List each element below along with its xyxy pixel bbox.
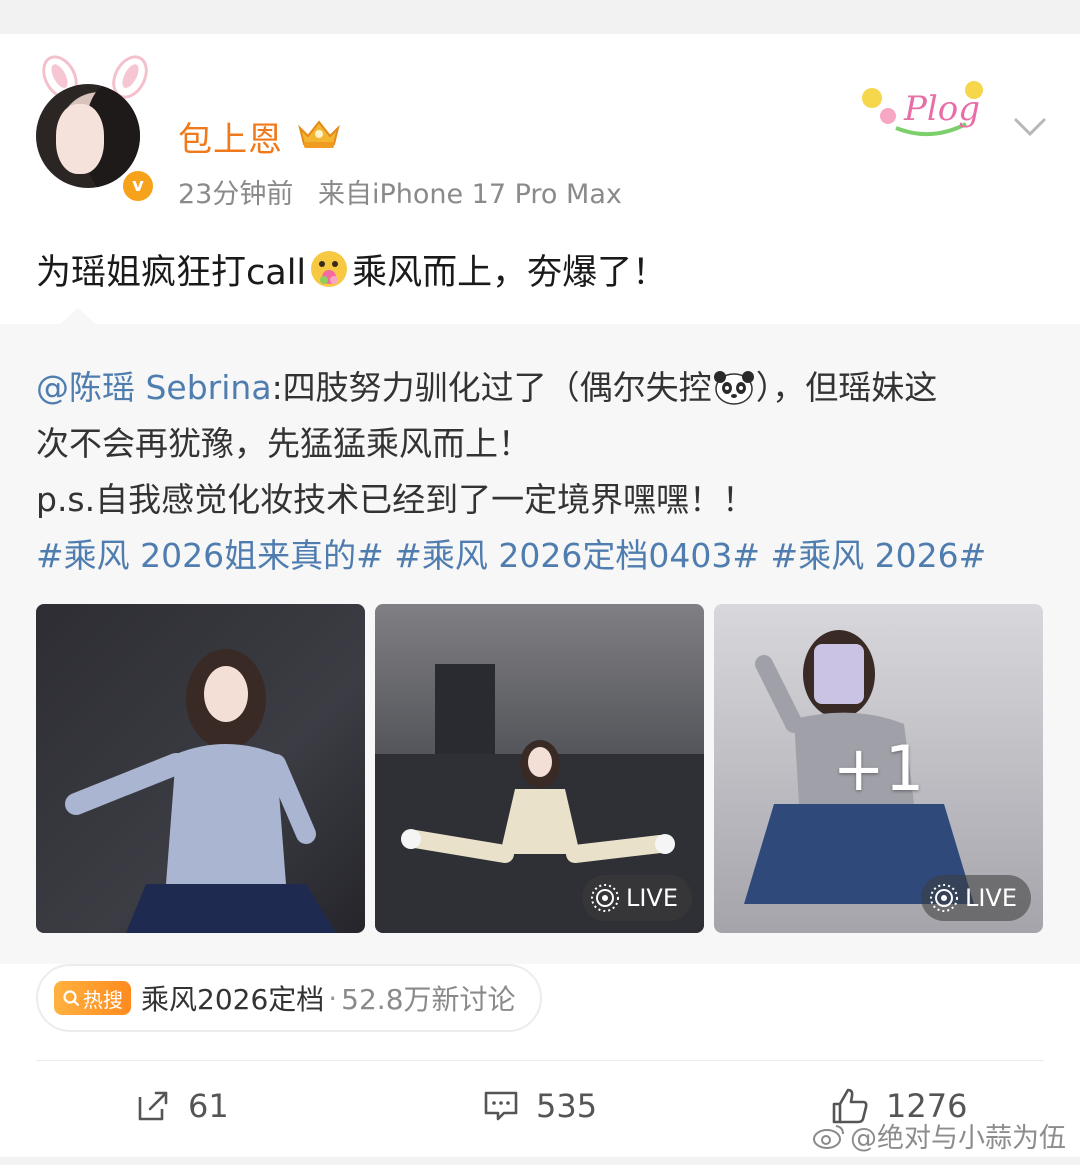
dancer-figure-icon — [65, 649, 336, 933]
repost-count: 61 — [188, 1087, 229, 1125]
photo-thumbnail[interactable]: +1 LIVE — [714, 604, 1043, 933]
live-photo-icon — [590, 884, 619, 912]
live-photo-icon — [929, 884, 958, 912]
search-icon — [63, 990, 80, 1007]
post-meta: 23分钟前 来自iPhone 17 Pro Max — [178, 172, 622, 211]
hashtag-link[interactable]: #乘风 2026定档0403# — [394, 536, 760, 575]
svg-text:Plog: Plog — [903, 89, 980, 129]
repost-line-3: p.s.自我感觉化妆技术已经到了一定境界嘿嘿！！ — [36, 480, 756, 519]
plog-sticker-icon: Plog — [862, 81, 983, 137]
verified-badge-icon: v — [120, 168, 156, 204]
author-name[interactable]: 包上恩 — [178, 112, 283, 161]
author-avatar[interactable]: v — [28, 49, 158, 214]
repost-line-1: :四肢努力驯化过了（偶尔失控 — [271, 368, 712, 407]
comment-icon — [484, 1091, 518, 1121]
hot-search-count: 52.8万新讨论 — [341, 983, 516, 1016]
comment-button[interactable]: 535 — [482, 1084, 597, 1128]
hashtag-link[interactable]: #乘风 2026姐来真的# — [36, 536, 384, 575]
post-time: 23分钟前 — [178, 179, 294, 210]
divider — [36, 1060, 1044, 1061]
watermark-text: @绝对与小蒜为伍 — [850, 1123, 1066, 1154]
live-label: LIVE — [625, 884, 678, 912]
live-label: LIVE — [964, 884, 1017, 912]
share-icon — [138, 1091, 168, 1121]
hot-search-separator: · — [328, 981, 338, 1015]
live-photo-badge[interactable]: LIVE — [581, 875, 692, 921]
hot-search-tag: 热搜 — [54, 981, 131, 1015]
repost-button[interactable]: 61 — [134, 1084, 229, 1128]
face-with-flowers-emoji-icon — [308, 248, 350, 299]
live-photo-badge[interactable]: LIVE — [920, 875, 1031, 921]
chevron-down-icon[interactable] — [1010, 112, 1050, 142]
post-text-part-2: 乘风而上，夯爆了！ — [352, 253, 668, 293]
post-source: 来自iPhone 17 Pro Max — [317, 179, 622, 210]
comment-count: 535 — [536, 1087, 598, 1125]
hot-search-tag-label: 热搜 — [83, 987, 123, 1012]
repost-text: @陈瑶 Sebrina:四肢努力驯化过了（偶尔失控 ），但瑶妹这 次不会再犹豫，先… — [36, 360, 1046, 584]
photo-thumbnail[interactable] — [36, 604, 365, 933]
original-author-mention[interactable]: @陈瑶 Sebrina — [36, 368, 272, 407]
post-text-part-1: 为瑶姐疯狂打call — [36, 253, 307, 293]
post-body: 为瑶姐疯狂打call 乘风而上，夯爆了！ — [36, 244, 667, 299]
repost-block[interactable]: @陈瑶 Sebrina:四肢努力驯化过了（偶尔失控 ），但瑶妹这 次不会再犹豫，先… — [0, 308, 1080, 964]
repost-line-1-end: ），但瑶妹这 — [755, 368, 938, 407]
repost-notch — [60, 308, 96, 324]
watermark: @绝对与小蒜为伍 — [812, 1116, 1066, 1155]
panda-emoji-icon — [713, 371, 754, 405]
hot-search-title: 乘风2026定档 — [141, 983, 325, 1016]
repost-line-2: 次不会再犹豫，先猛猛乘风而上！ — [36, 424, 531, 463]
weibo-post-page: v 包上恩 23分钟前 来自iPhone 17 Pro Max Plog 为瑶姐… — [0, 0, 1080, 1165]
photo-thumbnail[interactable]: LIVE — [375, 604, 704, 933]
hot-search-pill[interactable]: 热搜 乘风2026定档 · 52.8万新讨论 — [36, 964, 542, 1032]
post-card: v 包上恩 23分钟前 来自iPhone 17 Pro Max Plog 为瑶姐… — [0, 34, 1080, 1157]
hashtag-link[interactable]: #乘风 2026# — [771, 536, 987, 575]
vip-crown-icon[interactable] — [296, 116, 342, 150]
weibo-logo-icon — [813, 1124, 844, 1149]
